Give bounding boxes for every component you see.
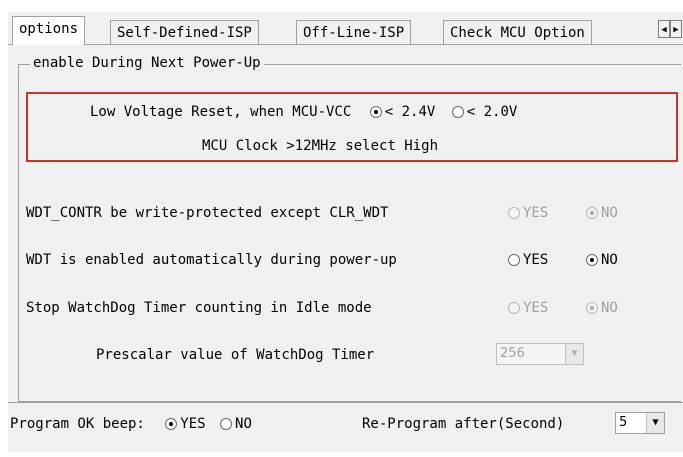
radio-icon[interactable]: [451, 106, 464, 118]
radio-icon[interactable]: [508, 207, 520, 219]
wdt-idle-label: Stop WatchDog Timer counting in Idle mod…: [26, 300, 372, 316]
wdt-idle-no[interactable]: NO: [586, 298, 618, 318]
groupbox-legend: enable During Next Power-Up: [30, 54, 264, 72]
wdt-idle-yes-label: YES: [523, 300, 549, 316]
lvr-option-2-0v[interactable]: < 2.0V: [451, 104, 518, 120]
beep-label: Program OK beep:: [10, 416, 145, 432]
radio-icon[interactable]: [369, 106, 382, 118]
radio-icon[interactable]: [508, 254, 520, 266]
wdt-protect-label: WDT_CONTR be write-protected except CLR_…: [26, 205, 389, 221]
wdt-protect-no-label: NO: [601, 205, 618, 221]
radio-icon[interactable]: [586, 254, 598, 266]
chevron-down-icon[interactable]: ▼: [646, 413, 664, 433]
radio-icon[interactable]: [586, 302, 598, 314]
lvr-option-2-0v-label: < 2.0V: [466, 104, 518, 120]
reprogram-select[interactable]: 5 ▼: [615, 412, 665, 434]
wdt-enable-yes-label: YES: [523, 252, 549, 268]
chevron-down-icon[interactable]: ▼: [565, 344, 583, 364]
footer-divider: [8, 402, 683, 403]
wdt-enable-no[interactable]: NO: [586, 250, 618, 270]
tab-scroll-right-icon[interactable]: ▶: [670, 20, 682, 38]
lvr-label: Low Voltage Reset, when MCU-VCC: [90, 104, 352, 120]
prescalar-label: Prescalar value of WatchDog Timer: [96, 347, 375, 363]
tab-self-defined-isp[interactable]: Self-Defined-ISP: [110, 20, 259, 44]
tab-content-border: [8, 44, 683, 45]
tab-off-line-isp[interactable]: Off-Line-ISP: [296, 20, 412, 44]
beep-no[interactable]: NO: [220, 416, 252, 432]
beep-no-label: NO: [235, 416, 252, 432]
reprogram-value: 5: [619, 415, 628, 430]
wdt-enable-no-label: NO: [601, 252, 618, 268]
beep-yes-label: YES: [180, 416, 206, 432]
prescalar-value: 256: [500, 346, 525, 361]
wdt-protect-yes[interactable]: YES: [508, 203, 548, 223]
radio-icon[interactable]: [586, 207, 598, 219]
lvr-option-2-4v-label: < 2.4V: [384, 104, 436, 120]
tab-check-mcu-option[interactable]: Check MCU Option: [443, 20, 592, 44]
lvr-row: Low Voltage Reset, when MCU-VCC < 2.4V <…: [90, 102, 517, 122]
wdt-protect-yes-label: YES: [523, 205, 549, 221]
wdt-enable-yes[interactable]: YES: [508, 250, 548, 270]
reprogram-label: Re-Program after(Second): [362, 416, 565, 432]
radio-icon[interactable]: [220, 418, 233, 430]
beep-row: Program OK beep: YES NO: [10, 414, 252, 434]
tab-options[interactable]: options: [12, 16, 86, 45]
wdt-idle-no-label: NO: [601, 300, 618, 316]
lvr-option-2-4v[interactable]: < 2.4V: [369, 104, 444, 120]
radio-icon[interactable]: [165, 418, 178, 430]
beep-yes[interactable]: YES: [165, 416, 214, 432]
wdt-idle-yes[interactable]: YES: [508, 298, 548, 318]
tab-scroll-left-icon[interactable]: ◀: [658, 20, 670, 38]
prescalar-select[interactable]: 256 ▼: [496, 343, 584, 365]
tab-scroll-buttons: ◀ ▶: [658, 20, 683, 40]
clock-note: MCU Clock >12MHz select High: [202, 138, 439, 154]
wdt-enable-label: WDT is enabled automatically during powe…: [26, 252, 397, 268]
wdt-protect-no[interactable]: NO: [586, 203, 618, 223]
radio-icon[interactable]: [508, 302, 520, 314]
